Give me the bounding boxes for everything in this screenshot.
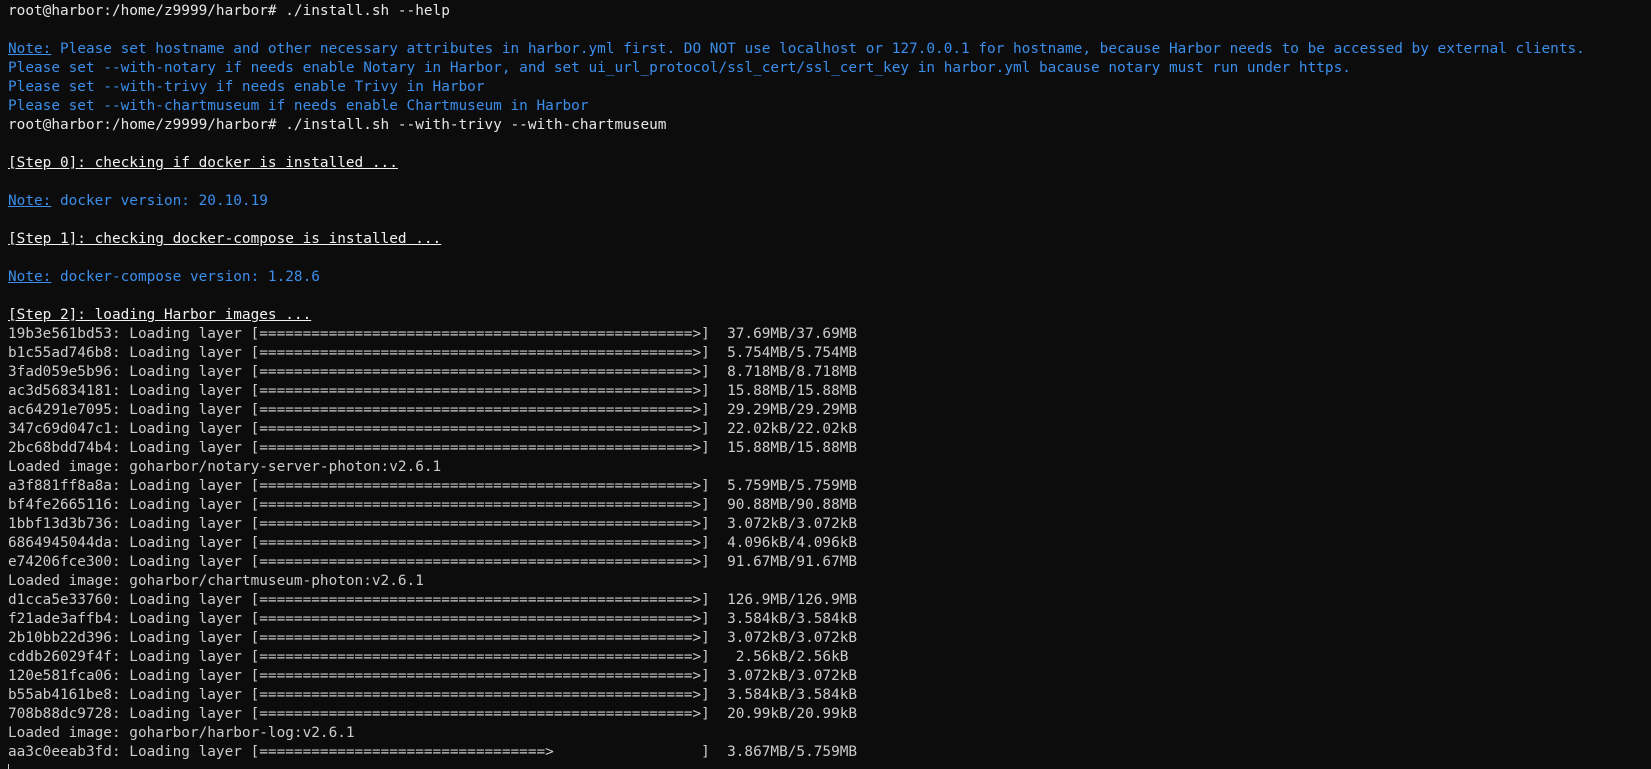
text-cursor: [8, 763, 9, 769]
step-heading-text: [Step 1]: checking docker-compose is ins…: [8, 231, 442, 247]
layer-progress-line: aa3c0eeab3fd: Loading layer [===========…: [8, 744, 858, 760]
layer-progress-line: 6864945044da: Loading layer [===========…: [8, 535, 858, 551]
layer-progress-line: e74206fce300: Loading layer [===========…: [8, 554, 858, 570]
layer-progress-line: b1c55ad746b8: Loading layer [===========…: [8, 345, 858, 361]
layer-progress-line: a3f881ff8a8a: Loading layer [===========…: [8, 478, 858, 494]
loaded-image-line: Loaded image: goharbor/notary-server-pho…: [8, 459, 442, 475]
note-text: docker version: 20.10.19: [51, 193, 268, 209]
step-heading: [Step 2]: loading Harbor images ...: [8, 306, 1651, 325]
layer-progress-line: f21ade3affb4: Loading layer [===========…: [8, 611, 858, 627]
layer-progress-line: 708b88dc9728: Loading layer [===========…: [8, 706, 858, 722]
layer-progress-line: 347c69d047c1: Loading layer [===========…: [8, 421, 858, 437]
loaded-image-line: Loaded image: goharbor/chartmuseum-photo…: [8, 573, 424, 589]
layer-progress-line: 2bc68bdd74b4: Loading layer [===========…: [8, 440, 858, 456]
layer-progress-line: 19b3e561bd53: Loading layer [===========…: [8, 326, 858, 342]
info-line: Please set --with-chartmuseum if needs e…: [8, 98, 589, 114]
layer-progress-line: 2b10bb22d396: Loading layer [===========…: [8, 630, 858, 646]
note-line: Note: docker-compose version: 1.28.6: [8, 268, 1651, 287]
layer-progress-line: 1bbf13d3b736: Loading layer [===========…: [8, 516, 858, 532]
layer-progress-line: cddb26029f4f: Loading layer [===========…: [8, 649, 849, 665]
layer-progress-line: 120e581fca06: Loading layer [===========…: [8, 668, 858, 684]
step-heading-text: [Step 0]: checking if docker is installe…: [8, 155, 398, 171]
terminal-cursor-line[interactable]: [8, 762, 1651, 769]
layer-progress-line: ac3d56834181: Loading layer [===========…: [8, 383, 858, 399]
note-label: Note:: [8, 269, 52, 285]
note-text: docker-compose version: 1.28.6: [51, 269, 320, 285]
note-label: Note:: [8, 193, 52, 209]
command-line: root@harbor:/home/z9999/harbor# ./instal…: [8, 117, 667, 133]
step-heading-text: [Step 2]: loading Harbor images ...: [8, 307, 312, 323]
step-heading: [Step 0]: checking if docker is installe…: [8, 154, 1651, 173]
layer-progress-line: bf4fe2665116: Loading layer [===========…: [8, 497, 858, 513]
layer-progress-line: 3fad059e5b96: Loading layer [===========…: [8, 364, 858, 380]
note-line: Note: Please set hostname and other nece…: [8, 40, 1651, 59]
info-line: Please set --with-notary if needs enable…: [8, 60, 1351, 76]
loaded-image-line: Loaded image: goharbor/harbor-log:v2.6.1: [8, 725, 355, 741]
info-line: Please set --with-trivy if needs enable …: [8, 79, 485, 95]
step-heading: [Step 1]: checking docker-compose is ins…: [8, 230, 1651, 249]
terminal-window[interactable]: root@harbor:/home/z9999/harbor# ./instal…: [0, 0, 1651, 769]
layer-progress-line: d1cca5e33760: Loading layer [===========…: [8, 592, 858, 608]
terminal-output: root@harbor:/home/z9999/harbor# ./instal…: [8, 2, 1651, 762]
layer-progress-line: ac64291e7095: Loading layer [===========…: [8, 402, 858, 418]
note-line: Note: docker version: 20.10.19: [8, 192, 1651, 211]
command-line: root@harbor:/home/z9999/harbor# ./instal…: [8, 3, 450, 19]
note-text: Please set hostname and other necessary …: [51, 41, 1585, 57]
layer-progress-line: b55ab4161be8: Loading layer [===========…: [8, 687, 858, 703]
note-label: Note:: [8, 41, 52, 57]
